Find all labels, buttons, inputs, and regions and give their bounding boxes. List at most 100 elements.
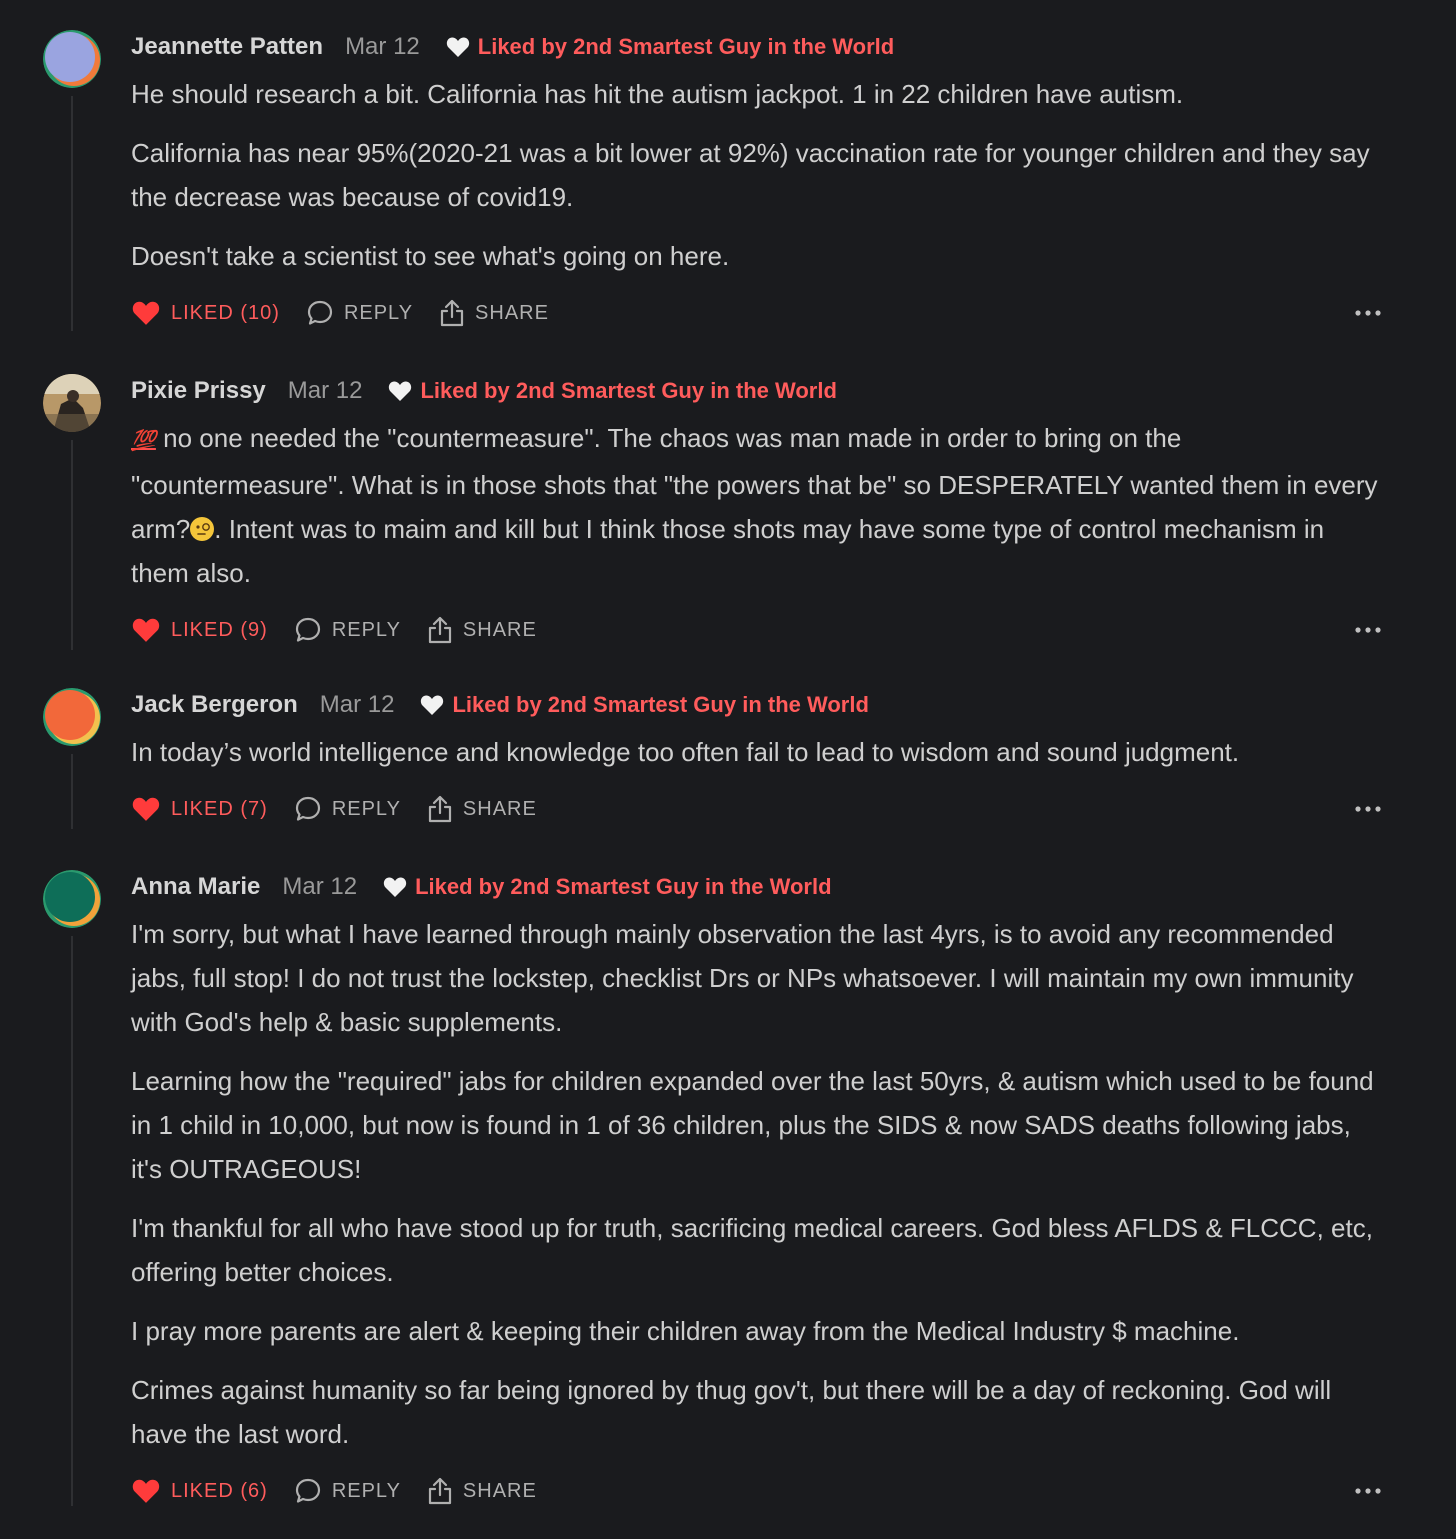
- liked-by-label: Liked by 2nd Smartest Guy in the World: [420, 378, 837, 403]
- heart-filled-icon: [132, 797, 160, 821]
- share-label: SHARE: [462, 1479, 537, 1502]
- comment-header: Jeannette Patten Mar 12 Liked by 2nd Sma…: [131, 30, 1381, 64]
- comment-body: I'm sorry, but what I have learned throu…: [131, 912, 1381, 1456]
- like-button[interactable]: LIKED (9): [131, 617, 268, 643]
- comment-date[interactable]: Mar 12: [345, 33, 420, 61]
- thread-line: [71, 440, 73, 650]
- comment-header: Anna Marie Mar 12 Liked by 2nd Smartest …: [131, 870, 1381, 904]
- heart-filled-icon: [132, 618, 160, 642]
- liked-by-label: Liked by 2nd Smartest Guy in the World: [477, 34, 895, 59]
- share-label: SHARE: [462, 797, 537, 820]
- author-name[interactable]: Pixie Prissy: [131, 377, 266, 405]
- comment-paragraph: In today’s world intelligence and knowle…: [131, 737, 1240, 767]
- reply-label: REPLY: [331, 797, 401, 820]
- author-name[interactable]: Jeannette Patten: [131, 33, 323, 61]
- like-button[interactable]: LIKED (10): [131, 300, 280, 326]
- share-button[interactable]: SHARE: [427, 615, 537, 645]
- face-with-monocle-emoji: [190, 517, 215, 541]
- comment-paragraph: I'm thankful for all who have stood up f…: [131, 1213, 1373, 1287]
- share-icon: [440, 299, 464, 327]
- author-name[interactable]: Anna Marie: [131, 873, 260, 901]
- comment-text-part: . Intent was to maim and kill but I thin…: [131, 514, 1325, 588]
- liked-by-label: Liked by 2nd Smartest Guy in the World: [415, 874, 832, 899]
- thread-line: [71, 936, 73, 1506]
- speech-bubble-icon: [295, 1478, 320, 1503]
- liked-by-author: Liked by 2nd Smartest Guy in the World: [388, 378, 837, 404]
- share-label: SHARE: [462, 618, 537, 641]
- thread-line: [71, 754, 73, 829]
- comment-paragraph: He should research a bit. California has…: [131, 79, 1184, 109]
- like-label: LIKED (9): [171, 618, 268, 641]
- comment-actions: LIKED (6) REPLY SHARE: [131, 1471, 1381, 1511]
- comment-paragraph: Learning how the "required" jabs for chi…: [131, 1066, 1374, 1184]
- liked-by-author: Liked by 2nd Smartest Guy in the World: [383, 874, 832, 900]
- reply-label: REPLY: [343, 301, 414, 324]
- more-options-button[interactable]: [1355, 789, 1381, 829]
- share-icon: [428, 1477, 452, 1505]
- reply-button[interactable]: REPLY: [294, 795, 401, 823]
- avatar[interactable]: [43, 374, 101, 432]
- more-options-button[interactable]: [1355, 1471, 1381, 1511]
- comment-actions: LIKED (9) REPLY SHARE: [131, 610, 1381, 650]
- ellipsis-icon: [1355, 310, 1381, 316]
- like-button[interactable]: LIKED (6): [131, 1478, 268, 1504]
- comment-paragraph: Crimes against humanity so far being ign…: [131, 1375, 1332, 1449]
- heart-filled-icon: [132, 1479, 160, 1503]
- comment: Jeannette Patten Mar 12 Liked by 2nd Sma…: [0, 30, 1456, 350]
- author-name[interactable]: Jack Bergeron: [131, 691, 298, 719]
- comment-date[interactable]: Mar 12: [288, 377, 363, 405]
- comment: Jack Bergeron Mar 12 Liked by 2nd Smarte…: [0, 688, 1456, 838]
- comment-paragraph: I'm sorry, but what I have learned throu…: [131, 919, 1354, 1037]
- reply-button[interactable]: REPLY: [306, 299, 413, 327]
- comment-actions: LIKED (10) REPLY SHARE: [131, 293, 1381, 333]
- share-label: SHARE: [475, 301, 549, 324]
- heart-icon: [421, 695, 444, 715]
- thread-line: [71, 96, 73, 331]
- comment-date[interactable]: Mar 12: [320, 691, 395, 719]
- like-label: LIKED (6): [171, 1479, 268, 1502]
- comment: Pixie Prissy Mar 12 Liked by 2nd Smartes…: [0, 374, 1456, 664]
- liked-by-author: Liked by 2nd Smartest Guy in the World: [446, 34, 894, 60]
- share-button[interactable]: SHARE: [439, 298, 549, 328]
- share-button[interactable]: SHARE: [427, 794, 537, 824]
- comment-body: In today’s world intelligence and knowle…: [131, 730, 1381, 774]
- more-options-button[interactable]: [1355, 610, 1381, 650]
- comment-actions: LIKED (7) REPLY SHARE: [131, 789, 1381, 829]
- reply-label: REPLY: [331, 1479, 401, 1502]
- comment-header: Jack Bergeron Mar 12 Liked by 2nd Smarte…: [131, 688, 1381, 722]
- like-label: LIKED (7): [171, 797, 268, 820]
- avatar[interactable]: [43, 870, 101, 928]
- avatar[interactable]: [43, 688, 101, 746]
- share-icon: [428, 795, 452, 823]
- comment-body: He should research a bit. California has…: [131, 72, 1381, 278]
- heart-icon: [446, 37, 469, 57]
- heart-filled-icon: [132, 301, 160, 325]
- like-button[interactable]: LIKED (7): [131, 796, 268, 822]
- comment-paragraph: I pray more parents are alert & keeping …: [131, 1316, 1240, 1346]
- speech-bubble-icon: [295, 617, 320, 642]
- comment-body: 💯 no one needed the "countermeasure". Th…: [131, 416, 1381, 595]
- liked-by-label: Liked by 2nd Smartest Guy in the World: [452, 692, 869, 717]
- ellipsis-icon: [1355, 806, 1381, 812]
- ellipsis-icon: [1355, 627, 1381, 633]
- share-button[interactable]: SHARE: [427, 1476, 537, 1506]
- reply-label: REPLY: [331, 618, 401, 641]
- comment-date[interactable]: Mar 12: [282, 873, 357, 901]
- comment-header: Pixie Prissy Mar 12 Liked by 2nd Smartes…: [131, 374, 1381, 408]
- hundred-points-emoji: 💯: [131, 430, 156, 452]
- liked-by-author: Liked by 2nd Smartest Guy in the World: [420, 692, 869, 718]
- reply-button[interactable]: REPLY: [294, 616, 401, 644]
- reply-button[interactable]: REPLY: [294, 1477, 401, 1505]
- share-icon: [428, 616, 452, 644]
- heart-icon: [389, 381, 412, 401]
- more-options-button[interactable]: [1355, 293, 1381, 333]
- like-label: LIKED (10): [171, 301, 280, 324]
- comment-paragraph: Doesn't take a scientist to see what's g…: [131, 241, 730, 271]
- avatar[interactable]: [43, 30, 101, 88]
- heart-icon: [383, 877, 407, 897]
- speech-bubble-icon: [307, 300, 333, 325]
- ellipsis-icon: [1355, 1488, 1381, 1494]
- comment-paragraph: California has near 95%(2020-21 was a bi…: [131, 138, 1370, 212]
- speech-bubble-icon: [295, 796, 320, 821]
- comment: Anna Marie Mar 12 Liked by 2nd Smartest …: [0, 870, 1456, 1520]
